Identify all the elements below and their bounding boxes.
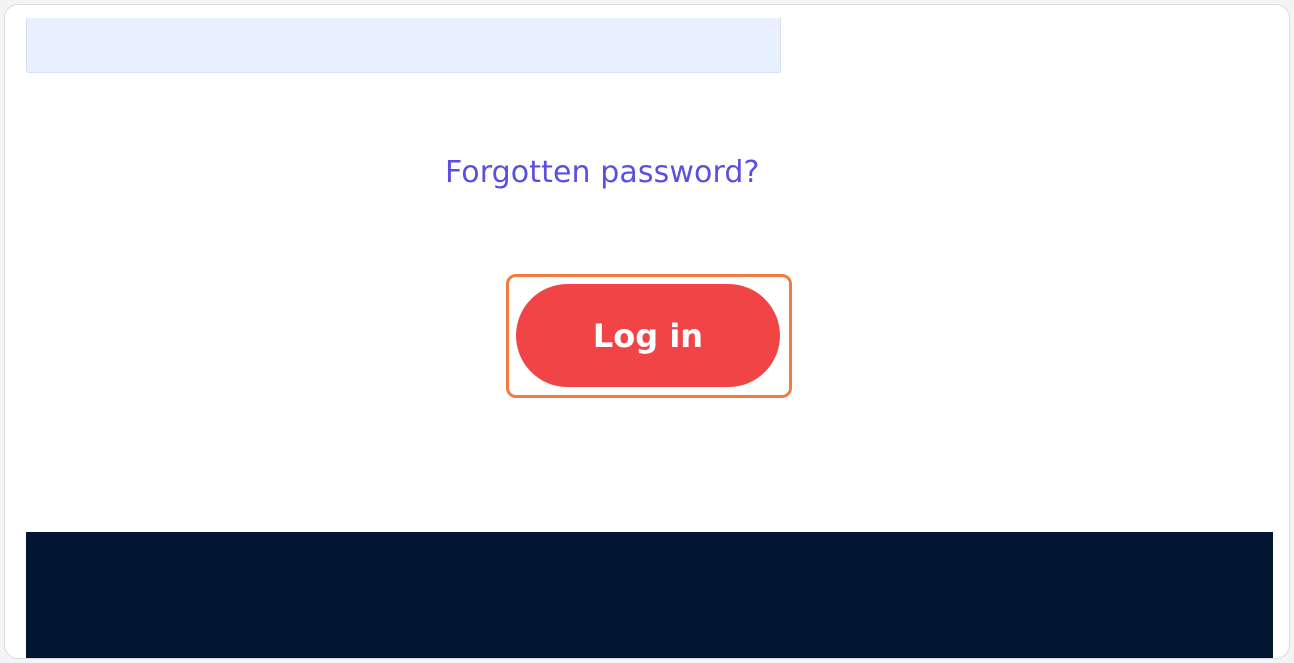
login-button[interactable]: Log in (516, 284, 780, 387)
forgot-password-link[interactable]: Forgotten password? (445, 155, 760, 190)
page-footer (26, 532, 1273, 658)
password-field[interactable] (26, 18, 781, 73)
screenshot-frame: Forgotten password? Log in (4, 4, 1290, 659)
